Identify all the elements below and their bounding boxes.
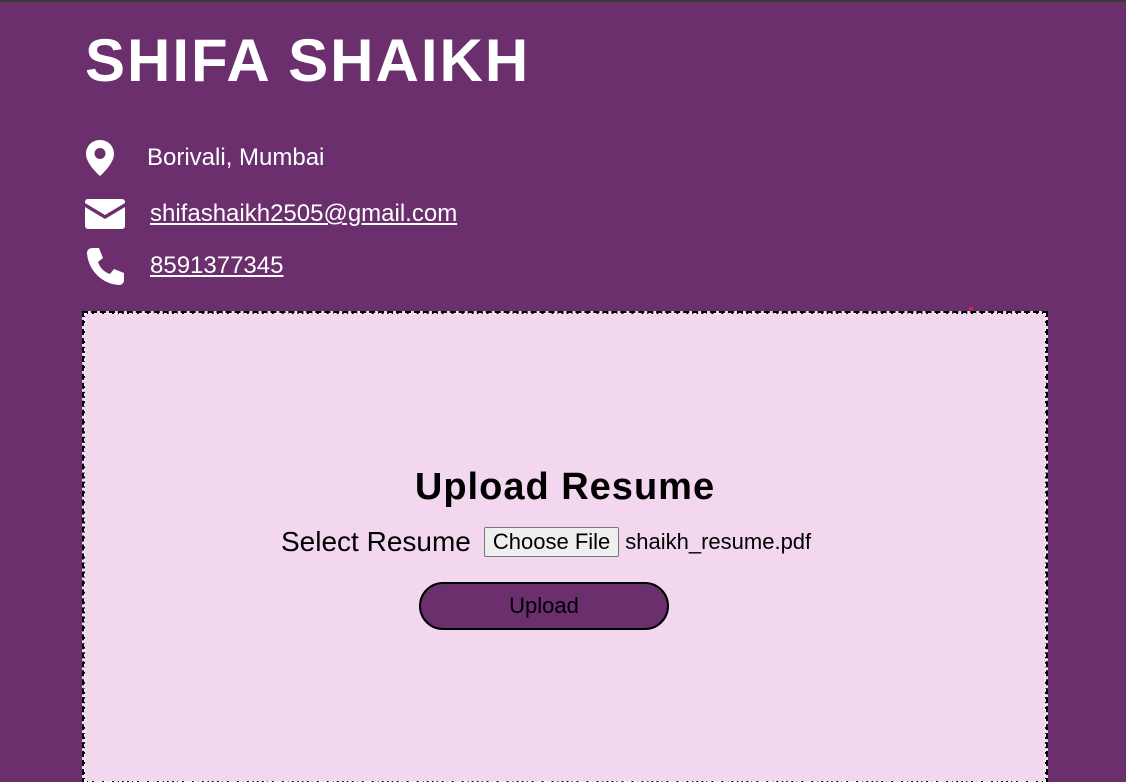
upload-button[interactable]: Upload [419, 582, 669, 630]
select-resume-label: Select Resume [281, 526, 471, 557]
contact-phone: 8591377345 [85, 246, 283, 286]
selected-file-name: shaikh_resume.pdf [625, 529, 812, 554]
map-pin-icon [85, 138, 127, 178]
envelope-icon [85, 194, 127, 234]
select-resume-row: Select Resume Choose File shaikh_resume.… [281, 526, 811, 558]
phone-link[interactable]: 8591377345 [150, 252, 283, 280]
contact-email: shifashaikh2505@gmail.com [85, 194, 457, 234]
contact-location: Borivali, Mumbai [85, 138, 324, 178]
location-text: Borivali, Mumbai [147, 144, 325, 171]
email-link[interactable]: shifashaikh2505@gmail.com [150, 200, 457, 228]
choose-file-button[interactable]: Choose File [483, 527, 620, 557]
upload-title: Upload Resume [414, 466, 716, 508]
profile-name: SHIFA SHAIKH [85, 27, 531, 94]
upload-panel: Upload Resume Select Resume Choose File … [82, 311, 1048, 782]
red-marker [969, 307, 973, 310]
phone-icon [85, 246, 127, 286]
